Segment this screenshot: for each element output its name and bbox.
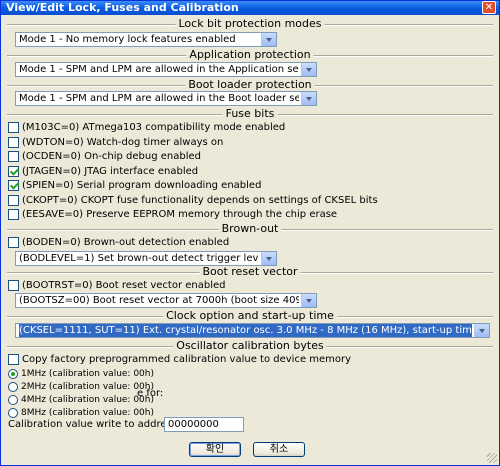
app-protection-select[interactable]: Mode 1 - SPM and LPM are allowed in the …	[15, 62, 317, 77]
boden-label: (BODEN=0) Brown-out detection enabled	[22, 237, 230, 248]
fuse-label: (WDTON=0) Watch-dog timer always on	[22, 137, 224, 148]
checkbox-checked-icon[interactable]	[8, 166, 19, 177]
chevron-down-icon[interactable]	[261, 252, 276, 265]
ok-button[interactable]: 확인	[189, 442, 241, 457]
section-lockbit: Lock bit protection modes	[7, 18, 493, 30]
bootrst-label: (BOOTRST=0) Boot reset vector enabled	[22, 280, 226, 291]
checkbox-icon[interactable]	[8, 354, 19, 365]
section-boot-protection: Boot loader protection	[7, 79, 493, 91]
for-text: e for:	[137, 388, 164, 399]
checkbox-icon[interactable]	[8, 195, 19, 206]
fuse-label: (JTAGEN=0) JTAG interface enabled	[22, 166, 199, 177]
close-icon[interactable]: ✕	[482, 1, 496, 14]
copy-calibration-label: Copy factory preprogrammed calibration v…	[22, 354, 352, 365]
cksel-value: (CKSEL=1111, SUT=11) Ext. crystal/resona…	[19, 324, 472, 337]
lockbit-mode-select[interactable]: Mode 1 - No memory lock features enabled	[15, 32, 277, 47]
fuse-label: (EESAVE=0) Preserve EEPROM memory throug…	[22, 209, 338, 220]
dialog-window: View/Edit Lock, Fuses and Calibration ✕ …	[0, 0, 500, 466]
cksel-select[interactable]: (CKSEL=1111, SUT=11) Ext. crystal/resona…	[15, 323, 490, 338]
resize-grip-icon[interactable]	[487, 453, 497, 463]
radio-selected-icon[interactable]	[8, 369, 18, 379]
chevron-down-icon[interactable]	[474, 324, 489, 337]
section-boot-reset: Boot reset vector	[7, 266, 493, 278]
bodlevel-select[interactable]: (BODLEVEL=1) Set brown-out detect trigge…	[15, 251, 277, 266]
section-fuse-label: Fuse bits	[222, 108, 278, 120]
section-clock-label: Clock option and start-up time	[163, 310, 337, 322]
section-lockbit-label: Lock bit protection modes	[175, 18, 325, 30]
section-clock: Clock option and start-up time	[7, 310, 493, 322]
fuse-label: (CKOPT=0) CKOPT fuse functionality depen…	[22, 195, 378, 206]
radio-icon[interactable]	[8, 382, 18, 392]
checkbox-icon[interactable]	[8, 122, 19, 133]
radio-icon[interactable]	[8, 395, 18, 405]
section-osc-label: Oscillator calibration bytes	[173, 340, 327, 352]
section-oscillator: Oscillator calibration bytes	[7, 340, 493, 352]
radio-label: 1MHz (calibration value: 00h)	[21, 369, 154, 379]
chevron-down-icon[interactable]	[301, 92, 316, 105]
boot-protection-select[interactable]: Mode 1 - SPM and LPM are allowed in the …	[15, 91, 317, 106]
checkbox-icon[interactable]	[8, 209, 19, 220]
address-label: Calibration value write to address:	[8, 419, 181, 430]
section-brownout-label: Brown-out	[218, 223, 282, 235]
chevron-down-icon[interactable]	[301, 63, 316, 76]
lockbit-mode-value: Mode 1 - No memory lock features enabled	[19, 34, 236, 45]
section-app-label: Application protection	[186, 49, 314, 61]
fuse-label: (M103C=0) ATmega103 compatibility mode e…	[22, 122, 286, 133]
radio-label: 4MHz (calibration value: 00h)	[21, 395, 154, 405]
window-title: View/Edit Lock, Fuses and Calibration	[6, 1, 239, 14]
boot-protection-value: Mode 1 - SPM and LPM are allowed in the …	[19, 93, 299, 104]
checkbox-icon[interactable]	[8, 151, 19, 162]
bodlevel-value: (BODLEVEL=1) Set brown-out detect trigge…	[19, 253, 259, 264]
address-input[interactable]: 00000000	[164, 417, 244, 432]
checkbox-checked-icon[interactable]	[8, 180, 19, 191]
section-bootreset-label: Boot reset vector	[199, 266, 301, 278]
app-protection-value: Mode 1 - SPM and LPM are allowed in the …	[19, 64, 299, 75]
radio-icon[interactable]	[8, 408, 18, 418]
section-fuse-bits: Fuse bits	[7, 108, 493, 120]
checkbox-icon[interactable]	[8, 280, 19, 291]
section-app-protection: Application protection	[7, 49, 493, 61]
fuse-label: (SPIEN=0) Serial program downloading ena…	[22, 180, 262, 191]
bootsz-value: (BOOTSZ=00) Boot reset vector at 7000h (…	[19, 295, 299, 306]
radio-label: 8MHz (calibration value: 00h)	[21, 408, 154, 418]
cancel-button[interactable]: 취소	[253, 442, 305, 457]
chevron-down-icon[interactable]	[301, 294, 316, 307]
checkbox-icon[interactable]	[8, 137, 19, 148]
bootsz-select[interactable]: (BOOTSZ=00) Boot reset vector at 7000h (…	[15, 293, 317, 308]
section-boot-label: Boot loader protection	[185, 79, 315, 91]
radio-label: 2MHz (calibration value: 00h)	[21, 382, 154, 392]
section-brownout: Brown-out	[7, 223, 493, 235]
title-bar[interactable]: View/Edit Lock, Fuses and Calibration ✕	[1, 1, 499, 15]
checkbox-icon[interactable]	[8, 237, 19, 248]
chevron-down-icon[interactable]	[261, 33, 276, 46]
fuse-label: (OCDEN=0) On-chip debug enabled	[22, 151, 201, 162]
